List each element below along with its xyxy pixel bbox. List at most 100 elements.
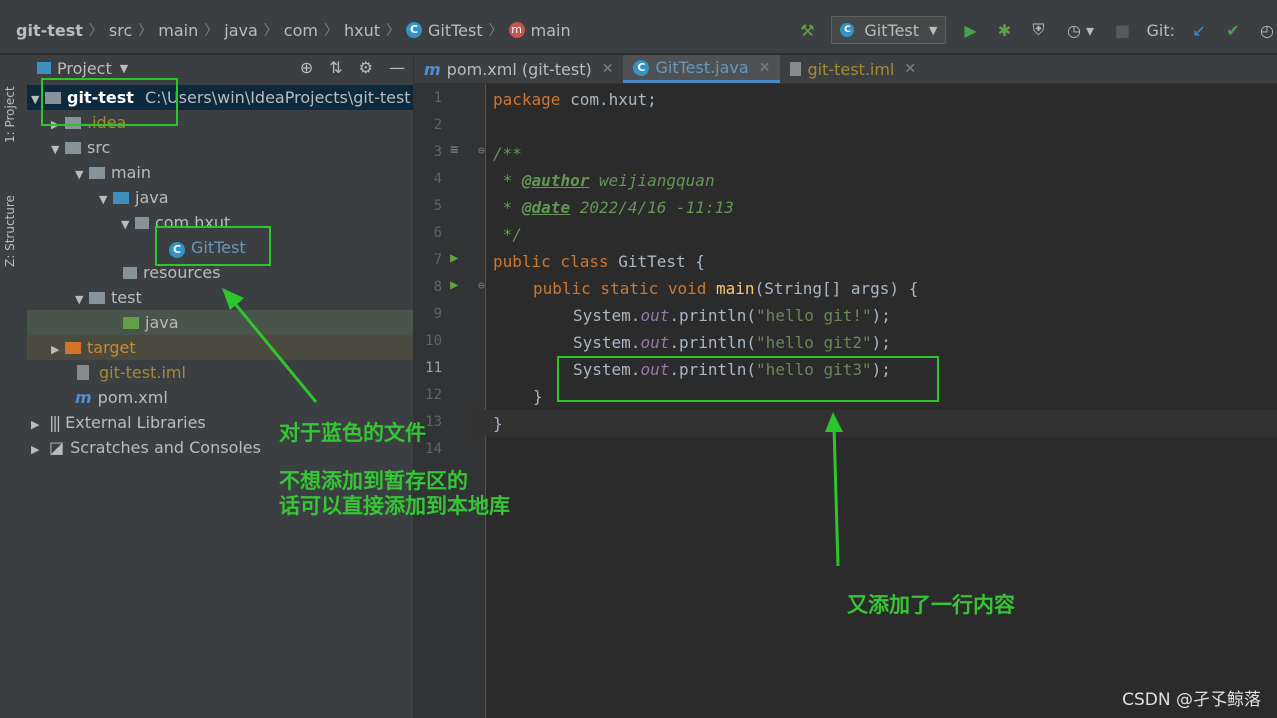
tree-item-src[interactable]: ▼ src xyxy=(27,135,413,160)
gear-icon[interactable]: ⚙ xyxy=(359,58,373,77)
breadcrumb-com[interactable]: com xyxy=(284,21,318,40)
coverage-shield-icon[interactable]: ⛨ xyxy=(1028,20,1048,40)
breadcrumb: git-test 〉 src 〉 main 〉 java 〉 com 〉 hxut 〉 C … xyxy=(16,20,571,40)
fold-icon[interactable]: ⊖ xyxy=(478,144,485,157)
run-config-label: GitTest xyxy=(864,20,920,40)
javadoc-render-icon[interactable]: ≡ xyxy=(450,142,458,158)
highlight-box-new-line xyxy=(557,356,939,402)
breadcrumb-class[interactable]: GitTest xyxy=(428,21,483,40)
resources-folder-icon xyxy=(123,267,137,279)
class-icon: C xyxy=(405,22,422,38)
line-number: 1 xyxy=(433,90,442,106)
profile-clock-icon[interactable]: ◷ ▾ xyxy=(1062,20,1098,40)
tree-item-java[interactable]: ▼ java xyxy=(27,185,413,210)
collapse-all-icon[interactable]: ⇅ xyxy=(329,58,342,77)
breadcrumb-java[interactable]: java xyxy=(224,21,258,40)
line-number: 10 xyxy=(425,333,442,349)
line-number: 6 xyxy=(433,225,442,241)
main-toolbar: ⚒ C GitTest ▼ ▶ ✱ ⛨ ◷ ▾ ■ Git: ↙ ✔ ◴ xyxy=(797,16,1277,44)
current-line-highlight xyxy=(472,410,1277,437)
tab-project[interactable]: 1: Project xyxy=(3,63,23,143)
stop-icon[interactable]: ■ xyxy=(1112,20,1132,40)
line-number: 9 xyxy=(433,306,442,322)
locate-crosshair-icon[interactable]: ⊕ xyxy=(300,58,313,77)
tab-pom-xml[interactable]: m pom.xml (git-test) ✕ xyxy=(414,55,623,83)
run-method-icon[interactable]: ▶ xyxy=(450,277,458,293)
debug-bug-icon[interactable]: ✱ xyxy=(994,20,1014,40)
project-tree: ▼ git-test C:\Users\win\IdeaProjects\git-… xyxy=(27,85,413,460)
code-line-1: package com.hxut; xyxy=(493,90,657,109)
left-tool-strip: 1: Project Z: Structure xyxy=(0,55,28,718)
run-configuration-select[interactable]: C GitTest ▼ xyxy=(831,16,947,44)
git-update-arrow-icon[interactable]: ↙ xyxy=(1189,20,1209,40)
chevron-right-icon[interactable]: ▶ xyxy=(51,337,65,362)
project-panel-title[interactable]: Project xyxy=(57,59,112,78)
code-line-7: public class GitTest { xyxy=(493,252,705,271)
code-line-13: } xyxy=(493,414,503,433)
maven-icon: m xyxy=(75,388,92,407)
tree-item-test[interactable]: ▼ test xyxy=(27,285,413,310)
chevron-down-icon: ▼ xyxy=(929,23,938,37)
git-history-clock-icon[interactable]: ◴ xyxy=(1257,20,1277,40)
chevron-down-icon[interactable]: ▼ xyxy=(75,162,89,187)
folder-icon xyxy=(89,292,105,304)
project-panel: Project ▼ ⊕ ⇅ ⚙ — ▼ git-test C:\Users\win… xyxy=(27,55,414,718)
maven-icon: m xyxy=(424,59,441,79)
excluded-folder-icon xyxy=(65,342,81,354)
breadcrumb-method[interactable]: main xyxy=(531,21,571,40)
navigation-bar: git-test 〉 src 〉 main 〉 java 〉 com 〉 hxut 〉 C … xyxy=(0,6,1277,54)
close-icon[interactable]: ✕ xyxy=(602,61,614,77)
minimize-icon[interactable]: — xyxy=(389,58,405,77)
line-number: 2 xyxy=(433,117,442,133)
code-line-9: System.out.println("hello git!"); xyxy=(573,306,891,325)
build-hammer-icon[interactable]: ⚒ xyxy=(797,20,817,40)
breadcrumb-hxut[interactable]: hxut xyxy=(344,21,380,40)
tree-item-target[interactable]: ▶ target xyxy=(27,335,413,360)
breadcrumb-src[interactable]: src xyxy=(109,21,132,40)
editor-gutter: 1 2 3 4 5 6 7 8 9 10 11 12 13 14 ≡ ⊖ ▶ ▶… xyxy=(414,84,486,718)
close-icon[interactable]: ✕ xyxy=(904,61,916,77)
chevron-right-icon[interactable]: ▶ xyxy=(31,412,45,437)
chevron-down-icon[interactable]: ▼ xyxy=(99,187,113,212)
line-number: 12 xyxy=(425,387,442,403)
package-icon xyxy=(135,217,149,229)
folder-icon xyxy=(89,167,105,179)
editor-tabs: m pom.xml (git-test) ✕ C GitTest.java ✕ … xyxy=(414,55,1277,84)
tab-structure[interactable]: Z: Structure xyxy=(3,167,23,267)
method-icon: m xyxy=(508,22,525,38)
tab-git-test-iml[interactable]: git-test.iml ✕ xyxy=(780,55,926,83)
class-icon: C xyxy=(633,59,650,76)
chevron-down-icon[interactable]: ▼ xyxy=(120,62,128,75)
test-folder-icon xyxy=(123,317,139,329)
annotation-staging-line2: 话可以直接添加到本地库 xyxy=(279,494,510,518)
scratches-icon: ◪ xyxy=(49,438,65,457)
breadcrumb-main[interactable]: main xyxy=(158,21,198,40)
code-line-4: * @author weijiangquan xyxy=(493,171,715,190)
code-line-10: System.out.println("hello git2"); xyxy=(573,333,891,352)
line-number: 3 xyxy=(433,144,442,160)
git-commit-check-icon[interactable]: ✔ xyxy=(1223,20,1243,40)
tree-item-test-java[interactable]: java xyxy=(27,310,413,335)
breadcrumb-project[interactable]: git-test xyxy=(16,21,83,40)
fold-icon[interactable]: ⊖ xyxy=(478,279,485,292)
chevron-down-icon[interactable]: ▼ xyxy=(121,212,135,237)
close-icon[interactable]: ✕ xyxy=(759,60,771,76)
chevron-down-icon[interactable]: ▼ xyxy=(75,287,89,312)
tree-item-main[interactable]: ▼ main xyxy=(27,160,413,185)
line-number: 7 xyxy=(433,252,442,268)
tab-gittest-java[interactable]: C GitTest.java ✕ xyxy=(623,55,781,83)
tree-item-pom[interactable]: m pom.xml xyxy=(27,385,413,410)
library-icon: ||| xyxy=(49,413,61,432)
code-line-8: public static void main(String[] args) { xyxy=(533,279,919,298)
project-view-icon xyxy=(37,62,51,74)
class-icon: C xyxy=(840,23,855,37)
run-icon[interactable]: ▶ xyxy=(960,20,980,40)
code-line-5: * @date 2022/4/16 -11:13 xyxy=(493,198,734,217)
tree-item-iml[interactable]: git-test.iml xyxy=(27,360,413,385)
chevron-right-icon[interactable]: ▶ xyxy=(31,437,45,462)
chevron-down-icon[interactable]: ▼ xyxy=(51,137,65,162)
code-line-6: */ xyxy=(493,225,522,244)
source-folder-icon xyxy=(113,192,129,204)
line-number: 4 xyxy=(433,171,442,187)
run-class-icon[interactable]: ▶ xyxy=(450,250,458,266)
